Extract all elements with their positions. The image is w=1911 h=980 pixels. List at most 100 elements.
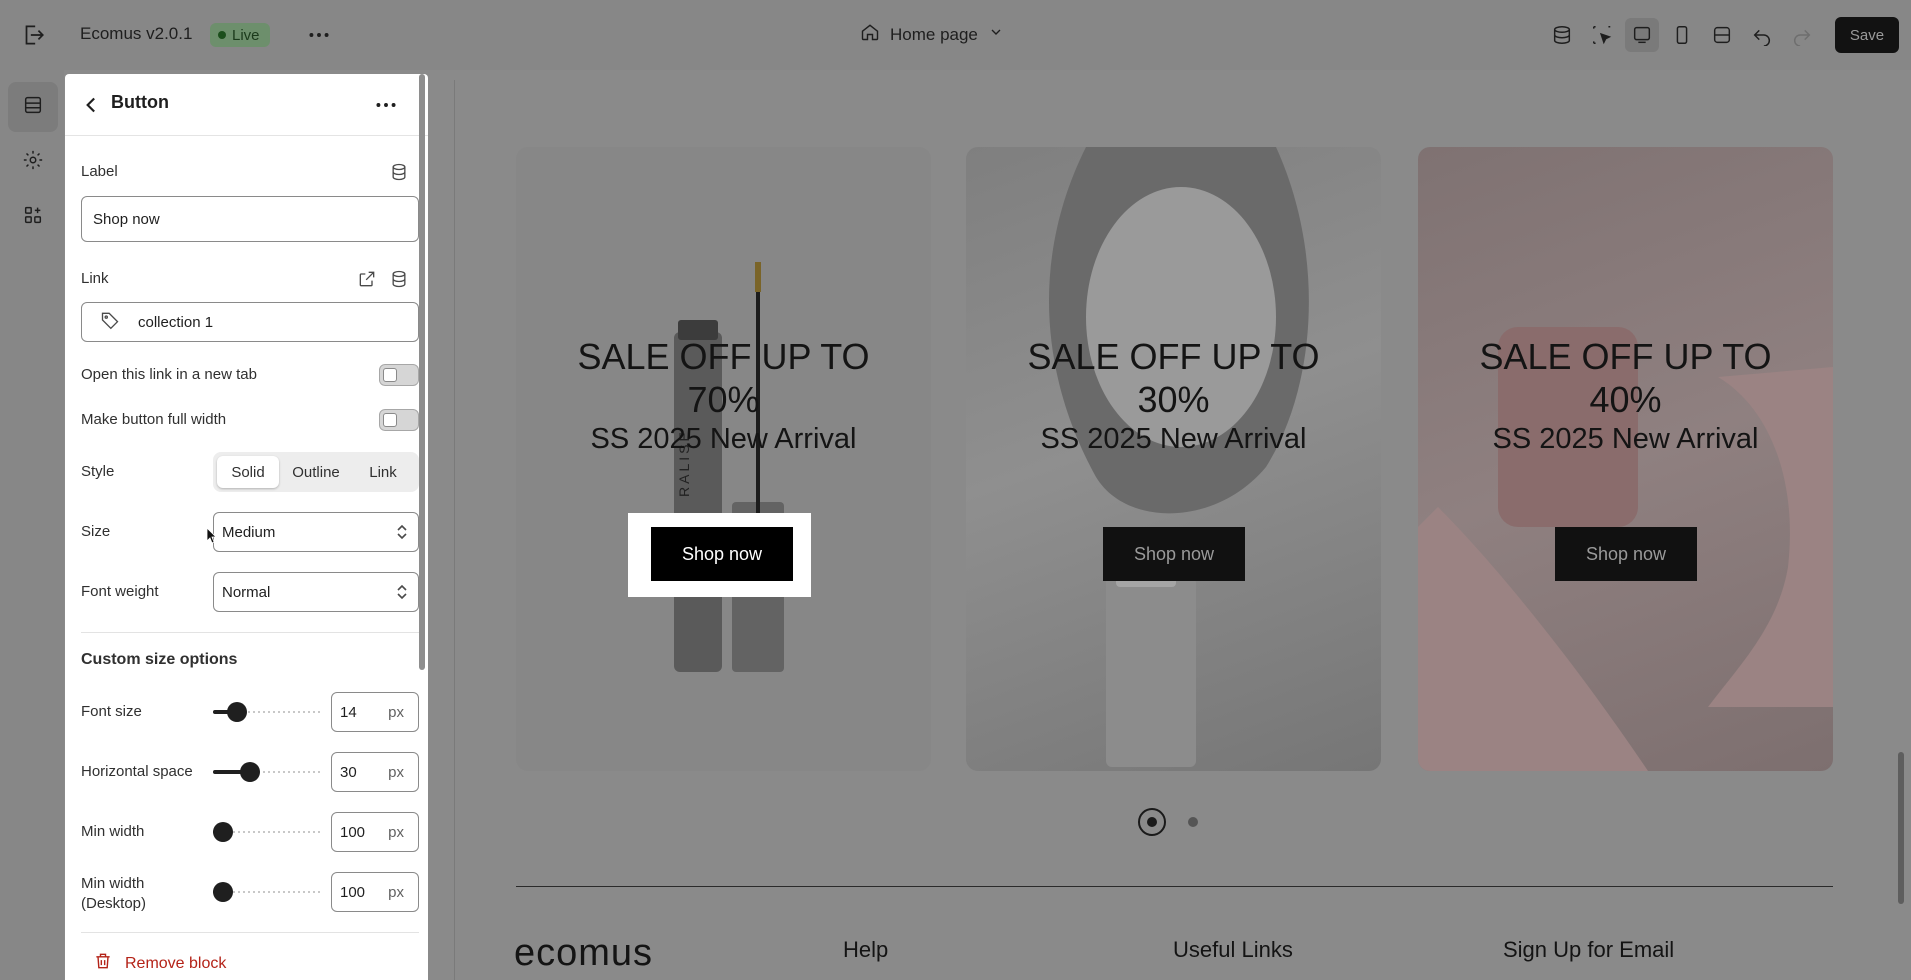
- panel-more-icon[interactable]: [373, 92, 399, 118]
- canvas-scrollbar[interactable]: [1898, 752, 1904, 904]
- divider: [81, 932, 419, 933]
- custom-size-title: Custom size options: [81, 651, 238, 668]
- gear-icon: [22, 149, 44, 176]
- app-title: Ecomus v2.0.1: [80, 24, 193, 43]
- card-3-title-line2: 40%: [1589, 379, 1662, 420]
- more-options-icon[interactable]: [306, 22, 332, 48]
- apps-rail-item[interactable]: [8, 192, 58, 242]
- min-width-desktop-value: 100: [340, 883, 366, 901]
- size-select-value: Medium: [222, 523, 276, 541]
- top-bar: Ecomus v2.0.1 Live Home page Save: [0, 0, 1911, 70]
- font-size-input[interactable]: 14 px: [331, 692, 419, 732]
- page-selector[interactable]: Home page: [860, 22, 1004, 47]
- panel-scrollbar[interactable]: [419, 74, 425, 670]
- card-1-shop-button[interactable]: Shop now: [651, 527, 793, 581]
- card-3-shop-button[interactable]: Shop now: [1555, 527, 1697, 581]
- undo-icon[interactable]: [1745, 18, 1779, 52]
- style-option-link[interactable]: Link: [353, 456, 413, 488]
- card-3-subtitle: SS 2025 New Arrival: [1492, 423, 1759, 455]
- left-rail: [0, 70, 64, 980]
- select-chevron-icon: [396, 583, 408, 601]
- top-toolbar: [1545, 18, 1819, 52]
- card-3-title-line1: SALE OFF UP TO: [1479, 336, 1772, 377]
- pagination-dot-active[interactable]: [1138, 808, 1166, 836]
- settings-panel: Button Label Shop now Link collection 1 …: [65, 74, 428, 980]
- footer-brand-logo[interactable]: ecomus: [514, 932, 653, 975]
- desktop-view-icon[interactable]: [1625, 18, 1659, 52]
- font-weight-select[interactable]: Normal: [213, 572, 419, 612]
- select-chevron-icon: [396, 523, 408, 541]
- min-width-desktop-label-line1: Min width: [81, 875, 145, 892]
- min-width-desktop-slider[interactable]: [213, 882, 323, 902]
- card-1-subtitle: SS 2025 New Arrival: [590, 423, 857, 455]
- select-cursor-icon[interactable]: [1585, 18, 1619, 52]
- remove-block-button[interactable]: Remove block: [93, 951, 226, 976]
- slider-thumb[interactable]: [226, 702, 247, 722]
- mobile-view-icon[interactable]: [1665, 18, 1699, 52]
- footer-help-heading: Help: [843, 937, 889, 962]
- link-dynamic-source-icon[interactable]: [389, 269, 409, 289]
- style-option-solid[interactable]: Solid: [217, 456, 279, 488]
- settings-rail-item[interactable]: [8, 137, 58, 187]
- open-new-tab-label: Open this link in a new tab: [81, 366, 257, 383]
- remove-block-label: Remove block: [125, 954, 227, 972]
- card-2-subtitle: SS 2025 New Arrival: [1040, 423, 1307, 455]
- slider-thumb[interactable]: [213, 822, 233, 842]
- horizontal-space-value: 30: [340, 763, 357, 781]
- apps-icon: [22, 204, 44, 231]
- min-width-desktop-label-line2: (Desktop): [81, 895, 147, 912]
- exit-icon[interactable]: [20, 22, 46, 48]
- divider: [81, 632, 419, 633]
- trash-icon: [93, 951, 113, 976]
- min-width-slider[interactable]: [213, 822, 323, 842]
- redo-icon[interactable]: [1785, 18, 1819, 52]
- footer-signup-heading: Sign Up for Email: [1503, 937, 1675, 962]
- size-select[interactable]: Medium: [213, 512, 419, 552]
- card-2-shop-button[interactable]: Shop now: [1103, 527, 1245, 581]
- mouse-cursor-icon: [206, 527, 217, 544]
- dynamic-source-icon[interactable]: [389, 162, 409, 182]
- model-photo-image: [1048, 147, 1309, 767]
- horizontal-space-label: Horizontal space: [81, 763, 193, 780]
- live-dot: [218, 31, 226, 39]
- size-label: Size: [81, 523, 111, 540]
- font-size-slider[interactable]: [213, 702, 323, 722]
- card-2-title-line2: 30%: [1137, 379, 1210, 420]
- link-input-value: collection 1: [138, 313, 214, 331]
- slider-thumb[interactable]: [213, 882, 233, 902]
- min-width-input[interactable]: 100 px: [331, 812, 419, 852]
- fullscreen-view-icon[interactable]: [1705, 18, 1739, 52]
- horizontal-space-input[interactable]: 30 px: [331, 752, 419, 792]
- label-input[interactable]: Shop now: [81, 196, 419, 242]
- toggle-knob: [383, 413, 397, 427]
- full-width-toggle[interactable]: [379, 409, 419, 431]
- database-icon[interactable]: [1545, 18, 1579, 52]
- card-3-title: SALE OFF UP TO 40%: [1418, 335, 1833, 421]
- open-new-tab-toggle[interactable]: [379, 364, 419, 386]
- card-1-title-line2: 70%: [687, 379, 760, 420]
- horizontal-space-slider[interactable]: [213, 762, 323, 782]
- home-icon: [860, 22, 880, 47]
- pagination-dot[interactable]: [1188, 817, 1198, 827]
- back-arrow-icon[interactable]: [79, 92, 105, 118]
- min-width-desktop-unit: px: [388, 883, 404, 901]
- panel-header: Button: [65, 74, 428, 136]
- slider-thumb[interactable]: [240, 762, 260, 782]
- font-weight-label: Font weight: [81, 583, 159, 600]
- style-label: Style: [81, 463, 115, 480]
- min-width-desktop-input[interactable]: 100 px: [331, 872, 419, 912]
- promo-card-3[interactable]: SALE OFF UP TO 40% SS 2025 New Arrival S…: [1418, 147, 1833, 771]
- promo-card-2[interactable]: SALE OFF UP TO 30% SS 2025 New Arrival S…: [966, 147, 1381, 771]
- card-1-title: SALE OFF UP TO 70%: [516, 335, 931, 421]
- horizontal-space-unit: px: [388, 763, 404, 781]
- page-selector-label: Home page: [890, 24, 978, 44]
- external-link-icon[interactable]: [357, 269, 377, 289]
- save-button[interactable]: Save: [1835, 17, 1899, 53]
- style-option-outline[interactable]: Outline: [281, 456, 351, 488]
- card-2-title-line1: SALE OFF UP TO: [1027, 336, 1320, 377]
- sections-rail-item[interactable]: [8, 82, 58, 132]
- link-input[interactable]: collection 1: [81, 302, 419, 342]
- min-width-unit: px: [388, 823, 404, 841]
- promo-card-1[interactable]: RALISE SALE OFF UP TO 70% SS 2025 New Ar…: [516, 147, 931, 771]
- min-width-value: 100: [340, 823, 366, 841]
